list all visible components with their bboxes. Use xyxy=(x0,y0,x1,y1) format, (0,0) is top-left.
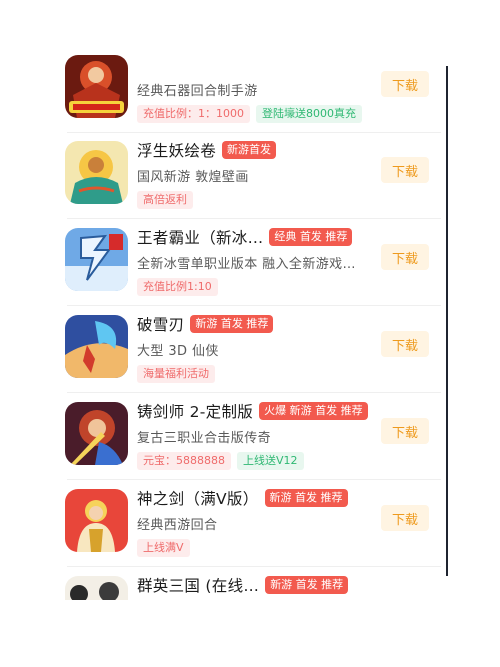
game-tag: 元宝：5888888 xyxy=(137,452,231,470)
row-divider xyxy=(67,218,441,219)
game-row[interactable]: 浮生妖绘卷 新游首发 国风新游 敦煌壁画 高倍返利 下载 xyxy=(55,141,447,227)
game-name[interactable]: 浮生妖绘卷 xyxy=(137,139,216,161)
game-badge: 新游首发 xyxy=(222,141,277,159)
game-desc: 国风新游 敦煌壁画 xyxy=(137,170,249,185)
game-row[interactable]: 铸剑师 2-定制版 火爆 新游 首发 推荐 复古三职业合击版传奇 元宝：5888… xyxy=(55,402,447,488)
game-tags: 海量福利活动 xyxy=(137,365,221,383)
game-name[interactable]: 群英三国 (在线… xyxy=(137,574,259,596)
row-divider xyxy=(67,132,441,133)
game-badge: 新游 首发 推荐 xyxy=(264,489,348,507)
game-title-row: 破雪刃 新游 首发 推荐 xyxy=(137,313,274,335)
row-divider xyxy=(67,566,441,567)
game-badge: 火爆 新游 首发 推荐 xyxy=(259,402,368,420)
game-row[interactable]: 群英三国 (在线… 新游 首发 推荐 xyxy=(55,576,447,600)
game-desc: 复古三职业合击版传奇 xyxy=(137,431,272,446)
swordsman-game-icon[interactable] xyxy=(65,402,128,465)
game-list: 经典石器回合制手游 充值比例：1：1000 登陆壕送8000真充 下载 浮生妖绘… xyxy=(55,40,447,600)
game-tag: 充值比例：1：1000 xyxy=(137,105,250,123)
monkey-king-game-icon[interactable] xyxy=(65,141,128,204)
game-title-row: 浮生妖绘卷 新游首发 xyxy=(137,139,277,161)
game-tags: 充值比例1:10 xyxy=(137,278,224,296)
game-title-row: 铸剑师 2-定制版 火爆 新游 首发 推荐 xyxy=(137,400,368,422)
game-name[interactable]: 铸剑师 2-定制版 xyxy=(137,400,253,422)
game-row[interactable]: 神之剑（满Ⅴ版） 新游 首发 推荐 经典西游回合 上线满Ⅴ 下载 xyxy=(55,489,447,575)
ice-dragon-game-icon[interactable] xyxy=(65,228,128,291)
game-tags: 高倍返利 xyxy=(137,191,199,209)
game-desc: 经典石器回合制手游 xyxy=(137,84,258,99)
game-title-row: 王者霸业（新冰… 经典 首发 推荐 xyxy=(137,226,353,248)
scrollbar-edge xyxy=(446,66,448,576)
game-tag: 充值比例1:10 xyxy=(137,278,218,296)
game-tags: 上线满Ⅴ xyxy=(137,539,196,557)
row-divider xyxy=(67,392,441,393)
dragon-hero-game-icon[interactable] xyxy=(65,315,128,378)
game-title-row: 群英三国 (在线… 新游 首发 推荐 xyxy=(137,574,349,596)
three-kingdoms-game-icon[interactable] xyxy=(65,576,128,600)
download-button[interactable]: 下载 xyxy=(381,418,429,444)
game-name[interactable]: 破雪刃 xyxy=(137,313,184,335)
game-name[interactable]: 王者霸业（新冰… xyxy=(137,226,263,248)
game-row[interactable]: 王者霸业（新冰… 经典 首发 推荐 全新冰雪单职业版本 融入全新游戏… 充值比例… xyxy=(55,228,447,314)
game-title-row: 神之剑（满Ⅴ版） 新游 首发 推荐 xyxy=(137,487,348,509)
game-tag: 上线满Ⅴ xyxy=(137,539,190,557)
game-badge: 经典 首发 推荐 xyxy=(269,228,353,246)
game-row[interactable]: 经典石器回合制手游 充值比例：1：1000 登陆壕送8000真充 下载 xyxy=(55,55,447,141)
game-badge: 新游 首发 推荐 xyxy=(190,315,274,333)
download-button[interactable]: 下载 xyxy=(381,244,429,270)
row-divider xyxy=(67,479,441,480)
game-tag: 海量福利活动 xyxy=(137,365,215,383)
game-tag: 登陆壕送8000真充 xyxy=(256,105,362,123)
download-button[interactable]: 下载 xyxy=(381,71,429,97)
game-tag: 上线送V12 xyxy=(237,452,304,470)
download-button[interactable]: 下载 xyxy=(381,505,429,531)
game-desc: 大型 3D 仙侠 xyxy=(137,344,219,359)
game-desc: 经典西游回合 xyxy=(137,518,218,533)
tang-monk-game-icon[interactable] xyxy=(65,489,128,552)
game-tag: 高倍返利 xyxy=(137,191,193,209)
game-tags: 充值比例：1：1000 登陆壕送8000真充 xyxy=(137,105,368,123)
game-tags: 元宝：5888888 上线送V12 xyxy=(137,452,310,470)
download-button[interactable]: 下载 xyxy=(381,331,429,357)
game-row[interactable]: 破雪刃 新游 首发 推荐 大型 3D 仙侠 海量福利活动 下载 xyxy=(55,315,447,401)
download-button[interactable]: 下载 xyxy=(381,157,429,183)
game-desc: 全新冰雪单职业版本 融入全新游戏… xyxy=(137,257,356,272)
game-name[interactable]: 神之剑（满Ⅴ版） xyxy=(137,487,259,509)
dragon-warrior-game-icon[interactable] xyxy=(65,55,128,118)
game-badge: 新游 首发 推荐 xyxy=(265,576,349,594)
row-divider xyxy=(67,305,441,306)
